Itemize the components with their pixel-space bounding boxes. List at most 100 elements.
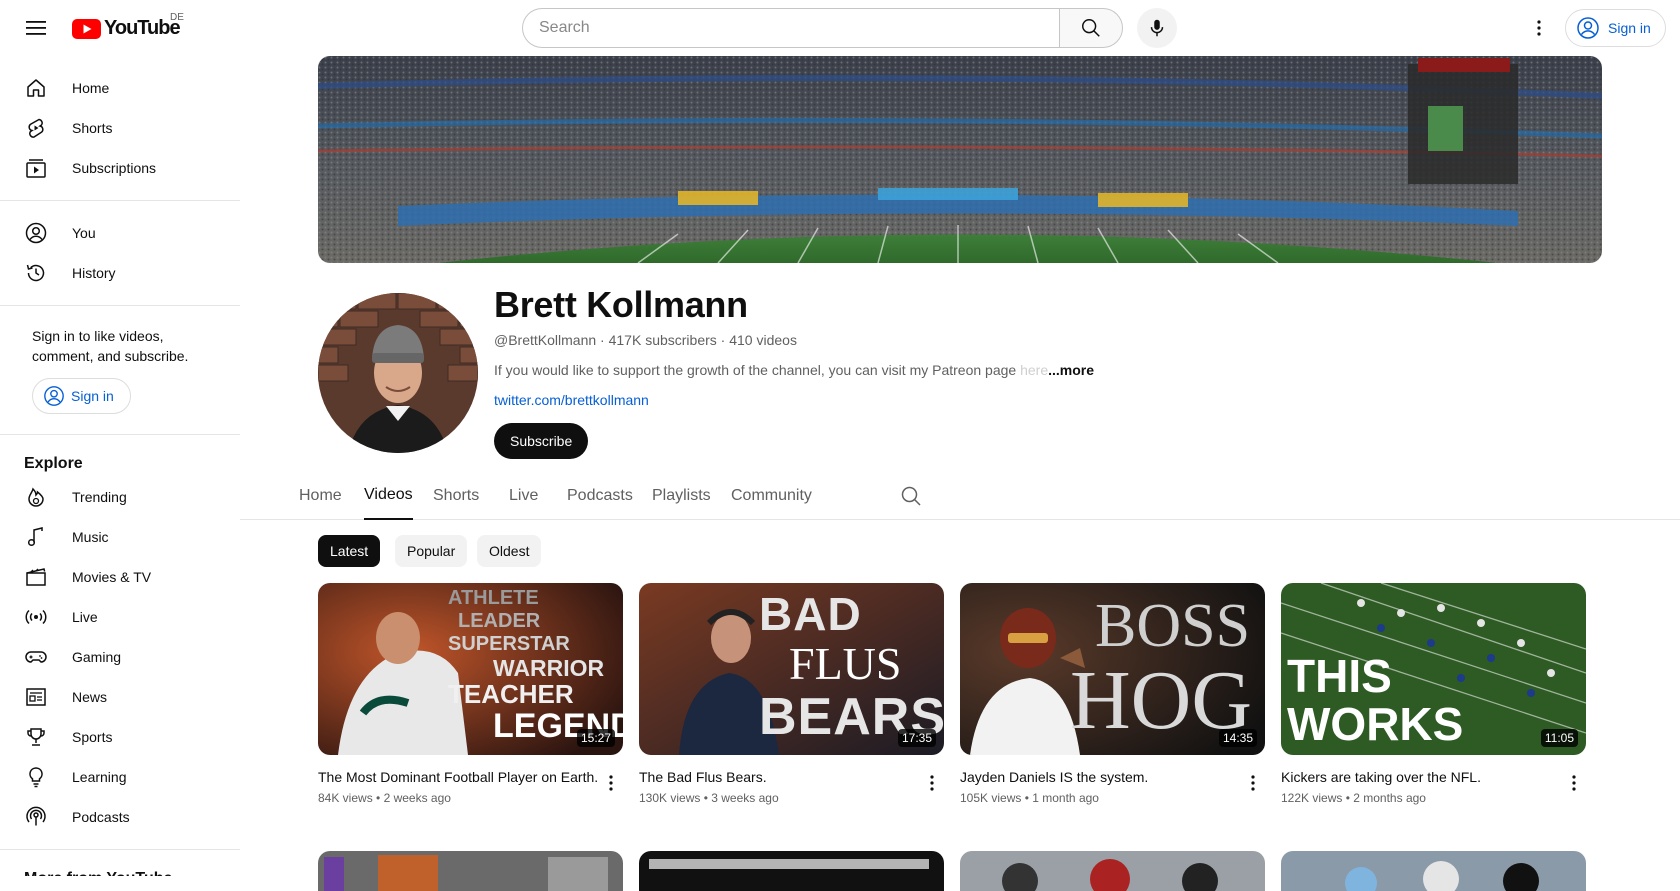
video-card[interactable]: BAD FLUS BEARS 17:35 The Bad Flus Bears.… [639,583,944,805]
subscriptions-icon [24,156,48,180]
description-fade-text: here [1020,362,1049,378]
shorts-icon [24,116,48,140]
sidebar-item-sports[interactable]: Sports [12,717,228,757]
search-bar: Search [522,8,1123,48]
search-icon [1082,19,1100,37]
video-meta: 130K views • 3 weeks ago [639,791,779,805]
search-input[interactable]: Search [522,8,1059,48]
video-meta: 122K views • 2 months ago [1281,791,1426,805]
thumb-text: FLUS [789,638,902,689]
sidebar-you-section: You History [0,201,240,306]
upload-age: 3 weeks ago [711,791,779,805]
video-duration: 14:35 [1218,729,1257,747]
tab-live[interactable]: Live [509,472,538,520]
subscriber-count: 417K subscribers [608,332,717,348]
news-icon [24,685,48,709]
video-thumbnail-partial[interactable] [318,851,623,891]
tab-community[interactable]: Community [731,472,812,520]
video-title[interactable]: Jayden Daniels IS the system. [960,767,1265,787]
video-thumbnail-partial[interactable] [1281,851,1586,891]
sidebar-item-shorts[interactable]: Shorts [12,108,228,148]
youtube-play-logo-icon [72,18,101,39]
thumb-text: WORKS [1287,698,1464,750]
video-card[interactable]: THIS WORKS 11:05 Kickers are taking over… [1281,583,1586,805]
video-meta: 105K views • 1 month ago [960,791,1099,805]
video-menu-button[interactable] [1241,771,1265,795]
video-menu-button[interactable] [599,771,623,795]
chip-popular[interactable]: Popular [395,535,468,567]
tab-videos[interactable]: Videos [364,472,413,520]
sidebar-item-gaming[interactable]: Gaming [12,637,228,677]
sign-in-button[interactable]: Sign in [1565,9,1666,47]
description-more-link[interactable]: ...more [1048,362,1094,378]
sidebar-item-history[interactable]: History [12,253,228,293]
view-count: 84K views [318,791,373,805]
video-thumbnail-partial[interactable] [639,851,944,891]
video-card[interactable]: ATHLETE LEADER SUPERSTAR WARRIOR TEACHER… [318,583,623,805]
sidebar-item-trending[interactable]: Trending [12,477,228,517]
video-title[interactable]: Kickers are taking over the NFL. [1281,767,1586,787]
sidebar-item-label: History [72,265,116,281]
search-icon [901,486,921,506]
video-title[interactable]: The Bad Flus Bears. [639,767,944,787]
channel-description[interactable]: If you would like to support the growth … [494,362,1094,378]
sidebar-item-you[interactable]: You [12,213,228,253]
search-button[interactable] [1059,8,1123,48]
tab-podcasts[interactable]: Podcasts [567,472,633,520]
video-thumbnail[interactable]: BAD FLUS BEARS 17:35 [639,583,944,755]
video-thumbnail[interactable]: ATHLETE LEADER SUPERSTAR WARRIOR TEACHER… [318,583,623,755]
thumbnail-image [1281,851,1586,891]
stadium-banner-image [318,56,1602,263]
sidebar: Home Shorts Subscriptions You History Si… [0,56,240,876]
sidebar-item-label: News [72,689,108,705]
sidebar-item-movies[interactable]: Movies & TV [12,557,228,597]
masthead: YouTube DE Search Sign in [0,0,1680,56]
video-thumbnail[interactable]: BOSS HOG 14:35 [960,583,1265,755]
music-icon [24,525,48,549]
channel-avatar[interactable] [318,293,478,453]
channel-page: Brett Kollmann @BrettKollmann · 417K sub… [240,56,1680,891]
tab-shorts[interactable]: Shorts [433,472,479,520]
gaming-icon [24,645,48,669]
country-code: DE [170,12,184,23]
sidebar-item-music[interactable]: Music [12,517,228,557]
channel-search-button[interactable] [899,484,923,508]
meta-separator: · [596,332,609,348]
video-thumbnail[interactable]: THIS WORKS 11:05 [1281,583,1586,755]
thumbnail-image [318,851,623,891]
thumb-text: BOSS [1095,592,1251,660]
explore-heading: Explore [24,455,83,472]
channel-external-link[interactable]: twitter.com/brettkollmann [494,392,649,408]
view-count: 130K views [639,791,701,805]
video-menu-button[interactable] [920,771,944,795]
sidebar-item-live[interactable]: Live [12,597,228,637]
video-menu-button[interactable] [1562,771,1586,795]
sidebar-sign-in-button[interactable]: Sign in [32,378,131,414]
sidebar-more-section: More from YouTube [0,850,240,876]
sidebar-item-news[interactable]: News [12,677,228,717]
sidebar-item-subscriptions[interactable]: Subscriptions [12,148,228,188]
settings-more-button[interactable] [1523,12,1555,44]
guide-menu-button[interactable] [20,12,52,44]
chip-oldest[interactable]: Oldest [477,535,542,567]
thumb-text: SUPERSTAR [448,633,570,655]
chip-latest[interactable]: Latest [318,535,381,567]
tab-home[interactable]: Home [299,472,342,520]
subscribe-button[interactable]: Subscribe [494,423,589,459]
video-card[interactable]: BOSS HOG 14:35 Jayden Daniels IS the sys… [960,583,1265,805]
sidebar-item-podcasts[interactable]: Podcasts [12,797,228,837]
microphone-icon [1150,19,1164,37]
sidebar-item-label: Podcasts [72,809,130,825]
avatar-image [318,293,478,453]
video-thumbnail-partial[interactable] [960,851,1265,891]
youtube-logo[interactable]: YouTube [72,17,181,40]
voice-search-button[interactable] [1137,8,1177,48]
sidebar-item-label: Gaming [72,649,122,665]
more-vert-icon [1572,775,1576,791]
thumb-text: TEACHER [448,679,574,709]
sidebar-item-learning[interactable]: Learning [12,757,228,797]
thumb-text: LEADER [458,610,541,632]
sidebar-item-home[interactable]: Home [12,68,228,108]
video-title[interactable]: The Most Dominant Football Player on Ear… [318,767,623,787]
tab-playlists[interactable]: Playlists [652,472,711,520]
